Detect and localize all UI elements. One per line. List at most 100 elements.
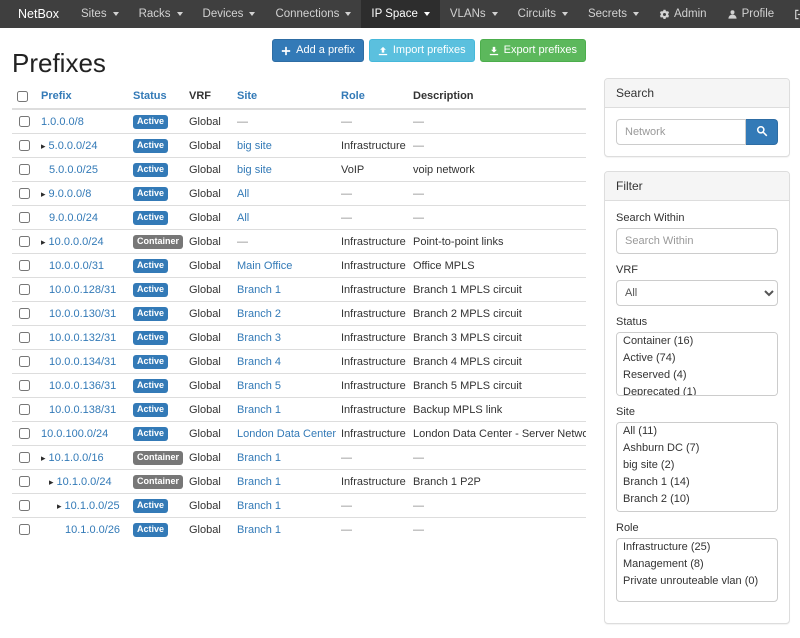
row-checkbox[interactable] <box>19 212 30 223</box>
expand-toggle-icon[interactable]: ▸ <box>41 453 46 463</box>
nav-item-profile[interactable]: Profile <box>717 0 785 28</box>
site-link[interactable]: Branch 1 <box>237 452 281 464</box>
expand-toggle-icon[interactable]: ▸ <box>41 189 46 199</box>
listbox-option[interactable]: All (11) <box>617 423 777 440</box>
site-link[interactable]: Branch 1 <box>237 476 281 488</box>
prefix-link[interactable]: 10.1.0.0/16 <box>49 452 104 464</box>
site-link[interactable]: big site <box>237 140 272 152</box>
app-logo[interactable]: NetBox <box>6 0 71 28</box>
row-checkbox[interactable] <box>19 476 30 487</box>
site-link[interactable]: Branch 4 <box>237 356 281 368</box>
site-link[interactable]: All <box>237 212 249 224</box>
column-sort-site[interactable]: Site <box>237 90 257 102</box>
nav-item-log-out[interactable]: Log out <box>784 0 800 28</box>
column-sort-status[interactable]: Status <box>133 90 167 102</box>
nav-item-racks[interactable]: Racks <box>129 0 193 28</box>
export-prefixes-button[interactable]: Export prefixes <box>480 39 586 62</box>
role-listbox[interactable]: Infrastructure (25)Management (8)Private… <box>616 538 778 602</box>
search-within-input[interactable] <box>616 228 778 254</box>
nav-item-ip-space[interactable]: IP Space <box>361 0 439 28</box>
nav-item-secrets[interactable]: Secrets <box>578 0 649 28</box>
nav-item-vlans[interactable]: VLANs <box>440 0 508 28</box>
row-checkbox[interactable] <box>19 356 30 367</box>
search-input[interactable] <box>616 119 746 145</box>
import-prefixes-button[interactable]: Import prefixes <box>369 39 475 62</box>
prefix-link[interactable]: 10.1.0.0/25 <box>65 500 120 512</box>
select-all-checkbox[interactable] <box>17 91 28 102</box>
site-link[interactable]: All <box>237 188 249 200</box>
row-checkbox[interactable] <box>19 332 30 343</box>
listbox-option[interactable]: Branch 3 (6) <box>617 508 777 512</box>
listbox-option[interactable]: Active (74) <box>617 350 777 367</box>
nav-item-devices[interactable]: Devices <box>193 0 266 28</box>
status-listbox[interactable]: Container (16)Active (74)Reserved (4)Dep… <box>616 332 778 396</box>
expand-toggle-icon[interactable]: ▸ <box>49 477 54 487</box>
prefix-link[interactable]: 9.0.0.0/24 <box>49 212 98 224</box>
nav-item-sites[interactable]: Sites <box>71 0 129 28</box>
prefix-link[interactable]: 1.0.0.0/8 <box>41 116 84 128</box>
prefix-link[interactable]: 10.0.0.0/31 <box>49 260 104 272</box>
vrf-select[interactable]: All <box>616 280 778 306</box>
site-link[interactable]: Branch 2 <box>237 308 281 320</box>
expand-toggle-icon[interactable]: ▸ <box>57 501 62 511</box>
prefix-link[interactable]: 10.1.0.0/24 <box>57 476 112 488</box>
site-listbox[interactable]: All (11)Ashburn DC (7)big site (2)Branch… <box>616 422 778 512</box>
prefix-link[interactable]: 10.0.0.132/31 <box>49 332 116 344</box>
expand-toggle-icon[interactable]: ▸ <box>41 141 46 151</box>
row-checkbox[interactable] <box>19 284 30 295</box>
listbox-option[interactable]: Reserved (4) <box>617 367 777 384</box>
site-link[interactable]: Branch 1 <box>237 284 281 296</box>
nav-item-admin[interactable]: Admin <box>649 0 717 28</box>
row-checkbox[interactable] <box>19 380 30 391</box>
site-link[interactable]: Branch 3 <box>237 332 281 344</box>
prefix-link[interactable]: 10.0.100.0/24 <box>41 428 108 440</box>
prefix-link[interactable]: 10.0.0.134/31 <box>49 356 116 368</box>
site-link[interactable]: big site <box>237 164 272 176</box>
prefix-link[interactable]: 5.0.0.0/24 <box>49 140 98 152</box>
prefix-link[interactable]: 10.0.0.0/24 <box>49 236 104 248</box>
row-checkbox[interactable] <box>19 236 30 247</box>
row-checkbox[interactable] <box>19 164 30 175</box>
site-link[interactable]: Branch 1 <box>237 500 281 512</box>
site-link[interactable]: Branch 1 <box>237 524 281 536</box>
prefix-row: 10.1.0.0/26ActiveGlobalBranch 1—— <box>12 518 586 542</box>
nav-item-circuits[interactable]: Circuits <box>508 0 578 28</box>
listbox-option[interactable]: Ashburn DC (7) <box>617 440 777 457</box>
description-value: Branch 4 MPLS circuit <box>408 350 586 374</box>
expand-toggle-icon[interactable]: ▸ <box>41 237 46 247</box>
row-checkbox[interactable] <box>19 308 30 319</box>
row-checkbox[interactable] <box>19 524 30 535</box>
listbox-option[interactable]: big site (2) <box>617 457 777 474</box>
prefix-link[interactable]: 10.0.0.136/31 <box>49 380 116 392</box>
search-button[interactable] <box>746 119 778 145</box>
listbox-option[interactable]: Management (8) <box>617 556 777 573</box>
nav-item-connections[interactable]: Connections <box>265 0 361 28</box>
listbox-option[interactable]: Branch 2 (10) <box>617 491 777 508</box>
row-checkbox[interactable] <box>19 500 30 511</box>
listbox-option[interactable]: Private unrouteable vlan (0) <box>617 573 777 590</box>
site-link[interactable]: Branch 5 <box>237 380 281 392</box>
site-link[interactable]: Branch 1 <box>237 404 281 416</box>
listbox-option[interactable]: Deprecated (1) <box>617 384 777 396</box>
prefix-link[interactable]: 10.0.0.138/31 <box>49 404 116 416</box>
prefix-link[interactable]: 10.0.0.128/31 <box>49 284 116 296</box>
site-link[interactable]: London Data Center <box>237 428 336 440</box>
row-checkbox[interactable] <box>19 188 30 199</box>
row-checkbox[interactable] <box>19 260 30 271</box>
prefix-link[interactable]: 9.0.0.0/8 <box>49 188 92 200</box>
prefix-link[interactable]: 10.0.0.130/31 <box>49 308 116 320</box>
prefix-link[interactable]: 5.0.0.0/25 <box>49 164 98 176</box>
add-a-prefix-button[interactable]: Add a prefix <box>272 39 364 62</box>
column-sort-role[interactable]: Role <box>341 90 365 102</box>
row-checkbox[interactable] <box>19 116 30 127</box>
column-sort-prefix[interactable]: Prefix <box>41 90 72 102</box>
row-checkbox[interactable] <box>19 404 30 415</box>
prefix-link[interactable]: 10.1.0.0/26 <box>65 524 120 536</box>
listbox-option[interactable]: Branch 1 (14) <box>617 474 777 491</box>
row-checkbox[interactable] <box>19 428 30 439</box>
listbox-option[interactable]: Container (16) <box>617 333 777 350</box>
row-checkbox[interactable] <box>19 452 30 463</box>
row-checkbox[interactable] <box>19 140 30 151</box>
site-link[interactable]: Main Office <box>237 260 292 272</box>
listbox-option[interactable]: Infrastructure (25) <box>617 539 777 556</box>
